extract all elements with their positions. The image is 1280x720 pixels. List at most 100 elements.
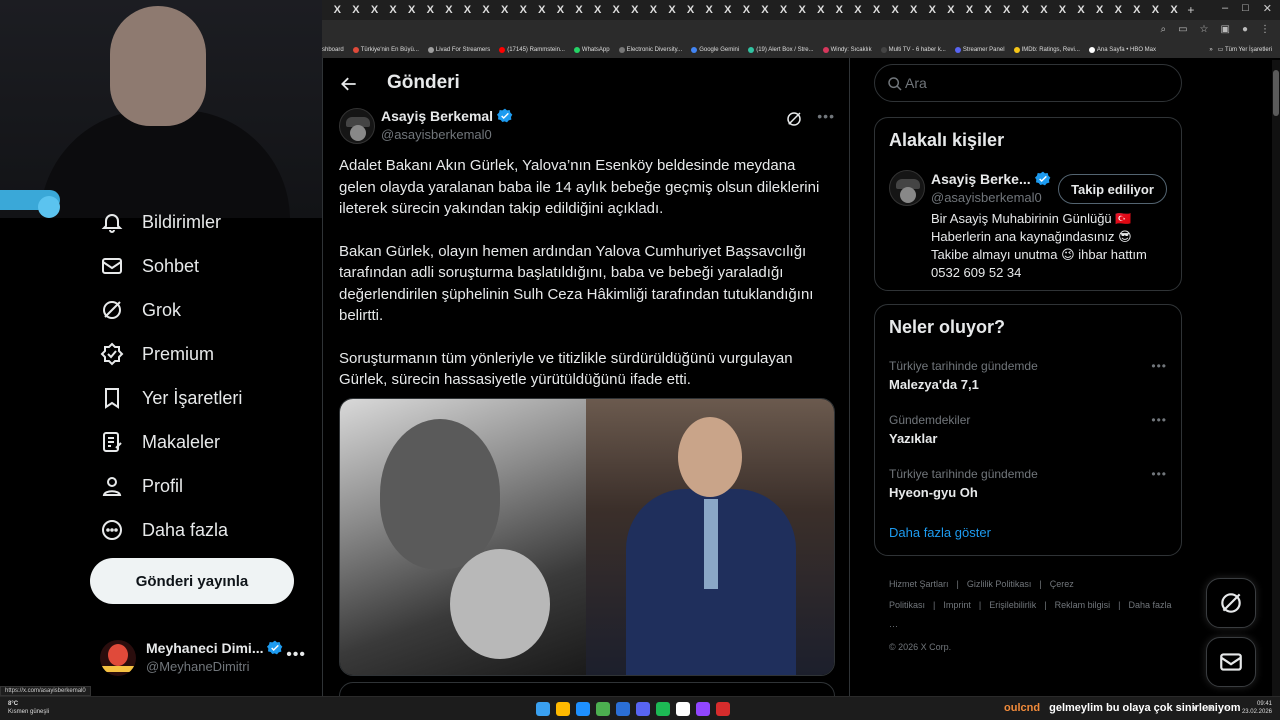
- browser-tab[interactable]: X: [663, 4, 682, 16]
- browser-tab[interactable]: X: [644, 4, 663, 16]
- bookmark-item[interactable]: Streamer Panel: [954, 47, 1005, 53]
- author-name[interactable]: Asayiş Berkemal: [381, 108, 513, 124]
- browser-tab[interactable]: X: [347, 4, 366, 16]
- footer-link[interactable]: Imprint: [943, 600, 971, 610]
- browser-tab[interactable]: X: [1128, 4, 1147, 16]
- close-window-icon[interactable]: ✕: [1263, 2, 1272, 15]
- show-more-link[interactable]: Daha fazla göster: [889, 525, 991, 540]
- browser-tab[interactable]: X: [681, 4, 700, 16]
- post-button[interactable]: Gönderi yayınla: [90, 558, 294, 604]
- browser-tab[interactable]: X: [849, 4, 868, 16]
- grok-icon[interactable]: [785, 110, 803, 128]
- browser-tab[interactable]: X: [440, 4, 459, 16]
- footer-link[interactable]: Erişilebilirlik: [989, 600, 1036, 610]
- account-more-icon[interactable]: •••: [286, 646, 306, 664]
- browser-tab[interactable]: X: [756, 4, 775, 16]
- related-avatar[interactable]: [889, 170, 925, 206]
- search-input[interactable]: [905, 73, 1165, 93]
- bookmarks-more[interactable]: »: [1209, 47, 1212, 53]
- clock[interactable]: 09:41 23.02.2026: [1242, 700, 1272, 716]
- browser-tab[interactable]: X: [886, 4, 905, 16]
- footer-link[interactable]: Gizlilik Politikası: [967, 579, 1032, 589]
- browser-tab[interactable]: X: [458, 4, 477, 16]
- related-name-text[interactable]: Asayiş Berke...: [931, 171, 1031, 187]
- browser-tab[interactable]: X: [737, 4, 756, 16]
- system-tray[interactable]: ▴ ◉ ♪: [1193, 703, 1232, 712]
- taskbar-app-icon[interactable]: [616, 702, 630, 716]
- related-name[interactable]: Asayiş Berke...: [931, 171, 1051, 187]
- browser-tab[interactable]: X: [477, 4, 496, 16]
- author-handle[interactable]: @asayisberkemal0: [381, 127, 492, 142]
- search-box[interactable]: [874, 64, 1182, 102]
- following-button[interactable]: Takip ediliyor: [1058, 174, 1167, 204]
- taskbar-app-icon[interactable]: [536, 702, 550, 716]
- bookmark-item[interactable]: (19) Alert Box / Stre...: [748, 47, 814, 53]
- new-tab-button[interactable]: +: [1187, 3, 1194, 17]
- browser-tab[interactable]: X: [700, 4, 719, 16]
- trend-item[interactable]: Türkiye tarihinde gündemde Malezya'da 7,…: [889, 359, 1167, 403]
- bookmark-item[interactable]: Livad For Streamers: [427, 47, 490, 53]
- trend-more-icon[interactable]: •••: [1151, 359, 1167, 373]
- bookmark-item[interactable]: (17145) Rammstein...: [499, 47, 565, 53]
- profile-icon[interactable]: ●: [1242, 24, 1248, 35]
- browser-tab[interactable]: X: [830, 4, 849, 16]
- bookmark-item[interactable]: IMDb: Ratings, Revi...: [1013, 47, 1080, 53]
- taskbar-app-icon[interactable]: [576, 702, 590, 716]
- all-bookmarks-label[interactable]: Tüm Yer İşaretleri: [1225, 47, 1272, 53]
- browser-tab[interactable]: X: [942, 4, 961, 16]
- bookmark-item[interactable]: Electronic Diversity...: [618, 47, 682, 53]
- photo-minister[interactable]: [586, 399, 834, 675]
- browser-tab[interactable]: X: [533, 4, 552, 16]
- browser-tab[interactable]: X: [328, 4, 347, 16]
- browser-tab[interactable]: X: [421, 4, 440, 16]
- nav-item-chat[interactable]: Sohbet: [100, 254, 199, 278]
- nav-item-grok[interactable]: Grok: [100, 298, 181, 322]
- browser-tab[interactable]: X: [923, 4, 942, 16]
- trend-more-icon[interactable]: •••: [1151, 467, 1167, 481]
- browser-tab[interactable]: X: [774, 4, 793, 16]
- browser-tab[interactable]: X: [384, 4, 403, 16]
- browser-tab[interactable]: X: [1035, 4, 1054, 16]
- taskbar-app-icon[interactable]: [716, 702, 730, 716]
- nav-item-articles[interactable]: Makaleler: [100, 430, 220, 454]
- trend-more-icon[interactable]: •••: [1151, 413, 1167, 427]
- trend-item[interactable]: Türkiye tarihinde gündemde Hyeon-gyu Oh …: [889, 467, 1167, 511]
- scrollbar[interactable]: [1272, 60, 1280, 696]
- nav-item-more[interactable]: Daha fazla: [100, 518, 228, 542]
- browser-tab[interactable]: X: [1016, 4, 1035, 16]
- taskbar-app-icon[interactable]: [676, 702, 690, 716]
- bookmark-item[interactable]: Google Gemini: [691, 47, 739, 53]
- browser-tab[interactable]: X: [514, 4, 533, 16]
- nav-item-premium[interactable]: Premium: [100, 342, 214, 366]
- browser-tab[interactable]: X: [570, 4, 589, 16]
- browser-tab[interactable]: X: [551, 4, 570, 16]
- browser-tab[interactable]: X: [867, 4, 886, 16]
- browser-tab[interactable]: X: [1165, 4, 1184, 16]
- browser-tab[interactable]: X: [811, 4, 830, 16]
- browser-tab[interactable]: X: [1146, 4, 1165, 16]
- browser-tab[interactable]: X: [1090, 4, 1109, 16]
- browser-tab[interactable]: X: [793, 4, 812, 16]
- bookmark-item[interactable]: Multi TV - 6 haber k...: [880, 47, 946, 53]
- browser-tab[interactable]: X: [402, 4, 421, 16]
- browser-tab[interactable]: X: [1109, 4, 1128, 16]
- related-handle[interactable]: @asayisberkemal0: [931, 190, 1042, 205]
- taskbar-app-icon[interactable]: [556, 702, 570, 716]
- taskbar-app-icon[interactable]: [596, 702, 610, 716]
- footer-link[interactable]: Hizmet Şartları: [889, 579, 949, 589]
- browser-tab[interactable]: X: [960, 4, 979, 16]
- browser-tab[interactable]: X: [904, 4, 923, 16]
- browser-tab[interactable]: X: [1072, 4, 1091, 16]
- browser-tab[interactable]: X: [626, 4, 645, 16]
- cast-icon[interactable]: ▭: [1178, 24, 1187, 35]
- account-switcher[interactable]: Meyhaneci Dimi... @MeyhaneDimitri •••: [100, 636, 310, 680]
- nav-item-bookmarks[interactable]: Yer İşaretleri: [100, 386, 242, 410]
- browser-tab[interactable]: X: [588, 4, 607, 16]
- tweet-more-icon[interactable]: •••: [817, 108, 835, 124]
- browser-tab[interactable]: X: [1053, 4, 1072, 16]
- extension-icon[interactable]: ▣: [1221, 24, 1230, 35]
- minimize-icon[interactable]: –: [1222, 2, 1228, 15]
- browser-tab[interactable]: X: [997, 4, 1016, 16]
- taskbar-app-icon[interactable]: [696, 702, 710, 716]
- browser-tab[interactable]: X: [718, 4, 737, 16]
